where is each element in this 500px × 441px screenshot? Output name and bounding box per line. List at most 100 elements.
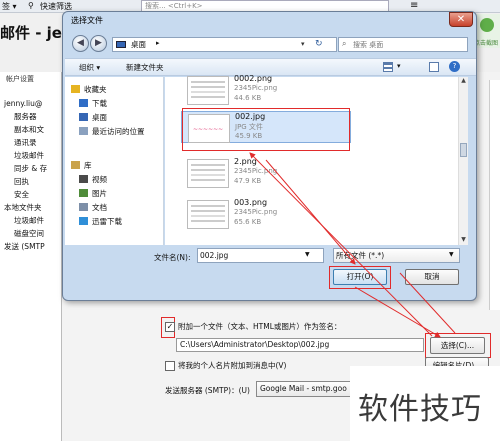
nav-item-label: 库 <box>84 161 92 170</box>
back-arrow-icon[interactable]: ◀ <box>72 35 89 52</box>
filetype-select[interactable]: 所有文件 (*.*) <box>333 248 460 263</box>
chevron-right-icon[interactable]: ▸ <box>156 39 160 47</box>
filename-dropdown-icon[interactable]: ▼ <box>305 251 310 258</box>
nav-item-label: 收藏夹 <box>84 85 107 94</box>
filename-label: 文件名(N): <box>154 253 191 262</box>
nav-item[interactable]: 最近访问的位置 <box>65 125 163 137</box>
signature-checkbox[interactable]: ✓ <box>165 322 175 332</box>
file-type: 2345Pic.png <box>234 208 278 216</box>
cancel-button[interactable]: 取消 <box>405 269 459 285</box>
nav-item[interactable]: 视频 <box>65 173 163 185</box>
file-list: 0002.png 2345Pic.png 44.6 KB ~~~~~~ 002.jpg J… <box>165 74 467 245</box>
new-folder-button[interactable]: 新建文件夹 <box>126 62 164 73</box>
close-button[interactable]: ✕ <box>449 12 473 27</box>
scroll-thumb[interactable] <box>460 143 467 157</box>
refresh-icon[interactable]: ↻ <box>315 39 323 49</box>
nav-item-label: 桌面 <box>92 113 107 122</box>
file-list-scrollbar[interactable]: ▲ ▼ <box>458 77 468 245</box>
video-icon <box>79 175 88 183</box>
nav-item[interactable]: 库 <box>65 159 163 171</box>
tag-menu[interactable]: 签 ▾ <box>2 1 17 12</box>
account-tree-item[interactable]: 服务器 <box>2 110 62 123</box>
file-type: 2345Pic.png <box>234 84 278 92</box>
nav-item-label: 图片 <box>92 189 107 198</box>
smtp-select[interactable]: Google Mail - smtp.goo <box>256 381 356 397</box>
recent-icon <box>79 127 88 135</box>
file-size: 44.6 KB <box>234 94 262 102</box>
view-icon[interactable] <box>383 62 393 72</box>
file-name: 2.png <box>234 157 257 166</box>
screenshot-tool[interactable]: 点击截图 <box>474 14 500 48</box>
account-tree-item[interactable]: 本地文件夹 <box>2 201 62 214</box>
screenshot-icon <box>480 18 494 32</box>
library-icon <box>71 161 80 169</box>
annotation-box-choose <box>425 333 491 358</box>
account-tree-item[interactable]: 垃圾邮件 <box>2 149 62 162</box>
settings-side-pane <box>489 80 500 310</box>
account-panel: 帐户设置 jenny.liu@ 服务器 副本和文 通讯录 垃圾邮件 同步 & 存回执 安全本… <box>0 72 62 441</box>
help-icon[interactable]: ? <box>449 61 460 72</box>
signature-path-field[interactable]: C:\Users\Administrator\Desktop\002.jpg <box>176 338 424 352</box>
view-dropdown-icon[interactable]: ▾ <box>397 62 401 70</box>
file-thumbnail <box>187 76 229 105</box>
file-type: 2345Pic.png <box>234 167 278 175</box>
signature-checkbox-label: 附加一个文件（文本、HTML或图片）作为签名： <box>178 322 342 331</box>
annotation-box-open <box>329 266 391 289</box>
file-name: 0002.png <box>234 74 273 83</box>
organize-button[interactable]: 组织 ▾ <box>79 62 100 73</box>
nav-item[interactable]: 桌面 <box>65 111 163 123</box>
navigation-pane: 收藏夹下载桌面最近访问的位置库视频图片文档迅雷下载 <box>65 77 164 245</box>
nav-item-label: 文档 <box>92 203 107 212</box>
file-item[interactable]: 2.png 2345Pic.png 47.9 KB <box>181 157 351 189</box>
filetype-dropdown-icon[interactable]: ▼ <box>449 251 454 258</box>
file-item[interactable]: 003.png 2345Pic.png 65.6 KB <box>181 198 351 230</box>
file-item[interactable]: 0002.png 2345Pic.png 44.6 KB <box>181 74 351 106</box>
file-name: 003.png <box>234 198 268 207</box>
scroll-up-icon[interactable]: ▲ <box>459 77 468 86</box>
account-tree-item[interactable]: 副本和文 <box>2 123 62 136</box>
desktop-icon <box>79 113 88 121</box>
dialog-title: 选择文件 <box>71 16 103 25</box>
account-tree: jenny.liu@ 服务器 副本和文 通讯录 垃圾邮件 同步 & 存回执 安全 本地文件夹垃… <box>2 97 62 253</box>
account-tree-item[interactable]: 磁盘空间 <box>2 227 62 240</box>
search-icon: ⌕ <box>342 39 347 48</box>
search-placeholder: 搜索 桌面 <box>353 41 384 49</box>
vcard-checkbox[interactable] <box>165 361 175 371</box>
watermark-text: 软件技巧 <box>358 392 482 427</box>
nav-item-label: 视频 <box>92 175 107 184</box>
account-panel-title: 帐户设置 <box>6 75 34 83</box>
account-tree-item[interactable]: 垃圾邮件 <box>2 214 62 227</box>
account-tree-item[interactable]: jenny.liu@ <box>2 97 62 110</box>
nav-item[interactable]: 图片 <box>65 187 163 199</box>
app-menu-icon[interactable]: ≡ <box>410 0 418 11</box>
address-dropdown-icon[interactable]: ▾ <box>301 40 305 48</box>
folder-search-input[interactable]: ⌕ 搜索 桌面 <box>338 37 468 52</box>
thunder-icon <box>79 217 88 225</box>
file-thumbnail <box>187 200 229 229</box>
preview-pane-icon[interactable] <box>429 62 439 72</box>
file-thumbnail <box>187 159 229 188</box>
picture-icon <box>79 189 88 197</box>
nav-item[interactable]: 收藏夹 <box>65 83 163 95</box>
address-location: 桌面 <box>131 40 146 49</box>
document-icon <box>79 203 88 211</box>
account-tree-item[interactable]: 通讯录 <box>2 136 62 149</box>
nav-item[interactable]: 迅雷下载 <box>65 215 163 227</box>
smtp-label: 发送服务器 (SMTP)：(U) <box>165 386 250 395</box>
file-dialog: 选择文件 ✕ ◀ ▶ 桌面 ▸ ▾ ↻ ⌕ 搜索 桌面 组织 ▾ 新建文件夹 ▾… <box>62 11 477 301</box>
annotation-box-selected-file <box>182 108 350 151</box>
account-tree-item[interactable]: 安全 <box>2 188 62 201</box>
nav-item[interactable]: 下载 <box>65 97 163 109</box>
desktop-icon <box>116 41 126 48</box>
account-tree-item[interactable]: 同步 & 存 <box>2 162 62 175</box>
account-tree-item[interactable]: 发送 (SMTP <box>2 240 62 253</box>
filter-icon[interactable]: ⚲ <box>28 1 34 10</box>
download-icon <box>79 99 88 107</box>
scroll-down-icon[interactable]: ▼ <box>459 236 468 245</box>
file-size: 65.6 KB <box>234 218 262 226</box>
account-tree-item[interactable]: 回执 <box>2 175 62 188</box>
nav-item-label: 迅雷下载 <box>92 217 122 226</box>
forward-arrow-icon[interactable]: ▶ <box>90 35 107 52</box>
nav-item[interactable]: 文档 <box>65 201 163 213</box>
nav-item-label: 下载 <box>92 99 107 108</box>
